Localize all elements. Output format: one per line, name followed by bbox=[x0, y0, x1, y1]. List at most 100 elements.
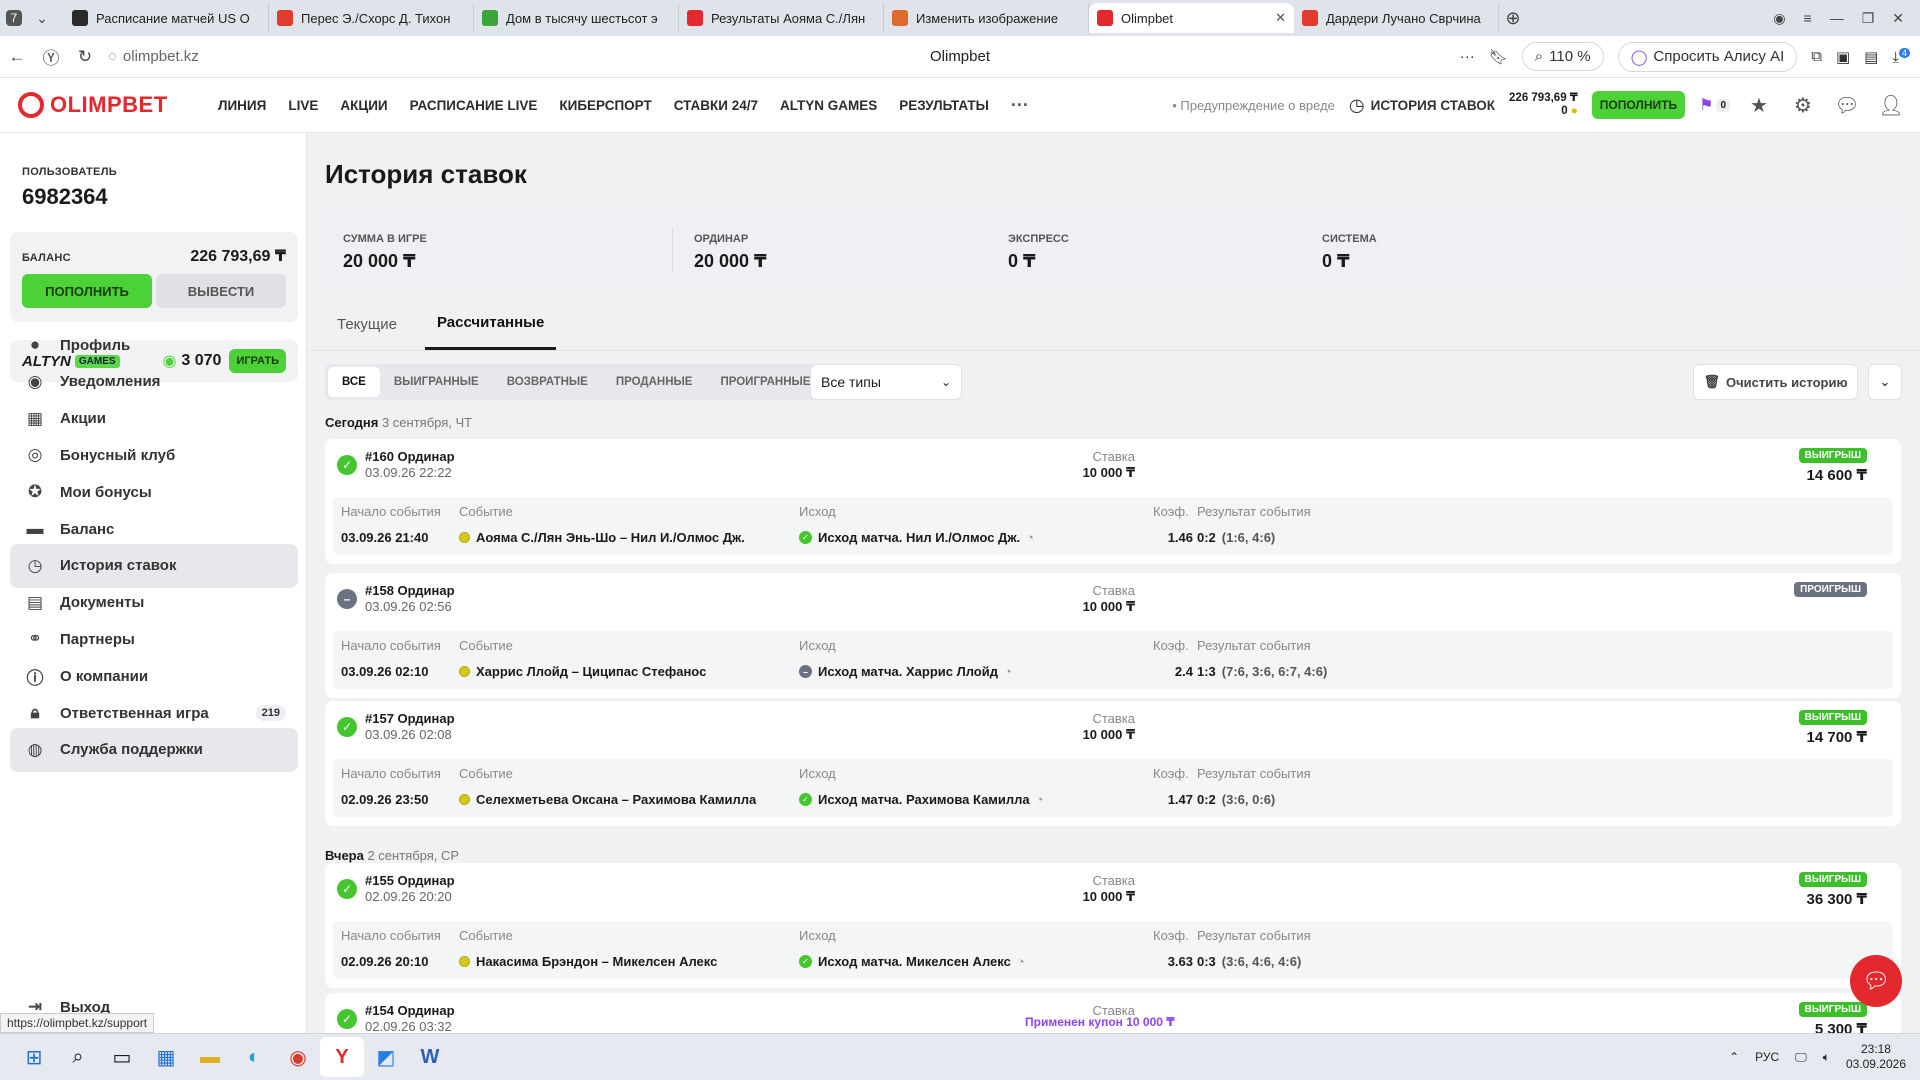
word-icon[interactable]: W bbox=[408, 1037, 452, 1077]
clear-history-button[interactable]: 🗑︎ Очистить историю bbox=[1693, 364, 1858, 400]
filter-button[interactable]: ВСЕ bbox=[328, 367, 380, 397]
windows-start-icon[interactable]: ⊞ bbox=[12, 1037, 56, 1077]
url-field[interactable]: ◌ olimpbet.kz bbox=[108, 48, 199, 65]
browser-tab[interactable]: Расписание матчей US O bbox=[64, 3, 269, 33]
downloads-icon[interactable]: ⤓ 4 bbox=[1892, 47, 1910, 66]
star-icon[interactable]: ★ bbox=[1744, 93, 1774, 118]
menu-item[interactable]: ALTYN GAMES bbox=[780, 98, 877, 113]
close-icon[interactable]: ✕ bbox=[1275, 10, 1286, 26]
history-tab[interactable]: Текущие bbox=[325, 298, 409, 350]
page-title: История ставок bbox=[325, 159, 527, 189]
trash-icon: 🗑︎ bbox=[1703, 374, 1720, 389]
menu-item[interactable]: LIVE bbox=[288, 98, 318, 113]
extensions-icon[interactable]: ⧉ bbox=[1811, 48, 1822, 65]
bet-history-link[interactable]: ◷ ИСТОРИЯ СТАВОК bbox=[1349, 95, 1495, 116]
event-start-value: 02.09.26 23:50 bbox=[341, 792, 429, 807]
browser-tab[interactable]: Olimpbet ✕ bbox=[1089, 3, 1294, 33]
header-bonus: 0 bbox=[1561, 105, 1568, 117]
alice-button[interactable]: ◯ Спросить Алису AI bbox=[1617, 41, 1798, 72]
header-topup-button[interactable]: ПОПОЛНИТЬ bbox=[1591, 91, 1686, 119]
chrome-icon[interactable]: ◉ bbox=[276, 1037, 320, 1077]
bet-detail: Начало события Событие Исход Коэф. Результат… bbox=[333, 921, 1893, 979]
notifications-button[interactable]: ⚑ 0 bbox=[1699, 95, 1730, 115]
bet-type-value: Все типы bbox=[821, 374, 881, 390]
olimpbet-logo[interactable]: OLIMPBET bbox=[18, 92, 218, 118]
menu-item[interactable]: СТАВКИ 24/7 bbox=[674, 98, 758, 113]
bet-date: 02.09.26 03:32 bbox=[365, 1019, 452, 1033]
chevron-down-icon: ⌄ bbox=[940, 375, 951, 389]
history-tab[interactable]: Рассчитанные bbox=[424, 298, 557, 350]
chevron-down-icon[interactable]: ⌄ bbox=[28, 5, 56, 31]
bookmark-icon[interactable]: 🔖︎ bbox=[1489, 48, 1508, 66]
chat-icon[interactable]: 💬︎ bbox=[1832, 93, 1862, 118]
check-icon: ✓ bbox=[337, 455, 357, 475]
browser-tab[interactable]: Результаты Аояма С./Лян bbox=[679, 3, 884, 33]
bet-card[interactable]: ✓ #154 Ординар 02.09.26 03:32 Ставка Примене… bbox=[325, 993, 1901, 1033]
network-icon[interactable]: 🖵︎ bbox=[1795, 1050, 1807, 1065]
outcome-value: – Исход матча. Харрис Ллойд ◔ bbox=[799, 664, 1012, 679]
language-indicator[interactable]: РУС bbox=[1755, 1050, 1779, 1064]
bet-type-select[interactable]: Все типы ⌄ bbox=[810, 364, 962, 400]
filter-button[interactable]: ПРОИГРАННЫЕ bbox=[706, 367, 824, 397]
task-view-icon[interactable]: ▭ bbox=[100, 1037, 144, 1077]
minimize-icon[interactable]: — bbox=[1830, 10, 1844, 26]
bet-title: #158 Ординар bbox=[365, 583, 455, 598]
bet-card[interactable]: – #158 Ординар 03.09.26 02:56 Ставка 10 000 … bbox=[325, 573, 1901, 698]
account-icon[interactable]: ▤ bbox=[1864, 48, 1878, 66]
back-icon[interactable]: ← bbox=[0, 47, 34, 67]
zoom-button[interactable]: ⌕ 110 % bbox=[1521, 42, 1604, 71]
photos-icon[interactable]: ◩ bbox=[364, 1037, 408, 1077]
result-badge: ВЫИГРЫШ bbox=[1798, 1002, 1867, 1017]
volume-icon[interactable]: 🔈︎ bbox=[1823, 1050, 1830, 1065]
profile-icon[interactable]: ◉ bbox=[1773, 10, 1785, 27]
filter-button[interactable]: ВОЗВРАТНЫЕ bbox=[493, 367, 602, 397]
day-name: Вчера bbox=[325, 848, 364, 863]
menu-item[interactable]: РАСПИСАНИЕ LIVE bbox=[410, 98, 538, 113]
browser-tab[interactable]: Изменить изображение bbox=[884, 3, 1089, 33]
sidebar-item[interactable]: ◍ Служба поддержки bbox=[10, 727, 298, 772]
search-icon[interactable]: ⌕ bbox=[56, 1037, 100, 1077]
bet-card[interactable]: ✓ #155 Ординар 02.09.26 20:20 Ставка 10 000 … bbox=[325, 863, 1901, 988]
bet-date: 02.09.26 20:20 bbox=[365, 889, 452, 904]
bet-card[interactable]: ✓ #160 Ординар 03.09.26 22:22 Ставка 10 000 … bbox=[325, 439, 1901, 564]
harm-warning-link[interactable]: • Предупреждение о вреде bbox=[1172, 98, 1335, 113]
withdraw-button[interactable]: ВЫВЕСТИ bbox=[156, 274, 286, 308]
tab-favicon-icon bbox=[892, 10, 908, 26]
bet-card[interactable]: ✓ #157 Ординар 03.09.26 02:08 Ставка 10 000 … bbox=[325, 701, 1901, 826]
window-controls: ◉ ≡ — ❐ ✕ bbox=[1773, 0, 1920, 36]
browser-tab[interactable]: Перес Э./Схорс Д. Тихон bbox=[269, 3, 474, 33]
user-icon[interactable]: 👤︎ bbox=[1876, 93, 1906, 118]
folder-icon[interactable]: ▬ bbox=[188, 1037, 232, 1077]
close-icon[interactable]: ✕ bbox=[1892, 10, 1904, 27]
edge-icon[interactable]: ◐ bbox=[232, 1037, 276, 1077]
reload-icon[interactable]: ↻ bbox=[68, 47, 102, 67]
collections-icon[interactable]: ▣ bbox=[1836, 48, 1850, 66]
filter-button[interactable]: ВЫИГРАННЫЕ bbox=[380, 367, 493, 397]
browser-tab[interactable]: Дардери Лучано Сврчина bbox=[1294, 3, 1499, 33]
filter-button[interactable]: ПРОДАННЫЕ bbox=[602, 367, 707, 397]
chevron-up-icon[interactable]: ⌃ bbox=[1729, 1050, 1739, 1064]
check-icon: ✓ bbox=[799, 793, 812, 806]
yandex-icon[interactable]: Ⓨ bbox=[34, 44, 68, 69]
collapse-button[interactable]: ⌄ bbox=[1868, 364, 1902, 400]
gear-icon[interactable]: ⚙ bbox=[1788, 93, 1818, 118]
support-chat-button[interactable]: 💬︎ bbox=[1850, 955, 1902, 1007]
menu-item[interactable]: РЕЗУЛЬТАТЫ bbox=[899, 98, 989, 113]
tab-count-icon[interactable]: 7 bbox=[0, 5, 28, 31]
store-icon[interactable]: ▦ bbox=[144, 1037, 188, 1077]
yandex-browser-icon[interactable]: Y bbox=[320, 1037, 364, 1077]
detail-label: Исход bbox=[799, 928, 836, 943]
new-tab-icon[interactable]: ⊕ bbox=[1499, 5, 1527, 31]
tennis-ball-icon bbox=[459, 666, 470, 677]
clock[interactable]: 23:18 03.09.2026 bbox=[1846, 1042, 1906, 1072]
menu-item[interactable]: АКЦИИ bbox=[340, 98, 387, 113]
more-icon[interactable]: ··· bbox=[1460, 48, 1475, 65]
menu-icon[interactable]: ≡ bbox=[1804, 10, 1812, 26]
more-menu-icon[interactable]: ··· bbox=[1011, 95, 1029, 116]
browser-tab[interactable]: Дом в тысячу шестьсот э bbox=[474, 3, 679, 33]
menu-item[interactable]: КИБЕРСПОРТ bbox=[559, 98, 651, 113]
sidebar-item-label: Уведомления bbox=[60, 373, 161, 391]
topup-button[interactable]: ПОПОЛНИТЬ bbox=[22, 274, 152, 308]
restore-icon[interactable]: ❐ bbox=[1862, 10, 1875, 27]
menu-item[interactable]: ЛИНИЯ bbox=[218, 98, 266, 113]
